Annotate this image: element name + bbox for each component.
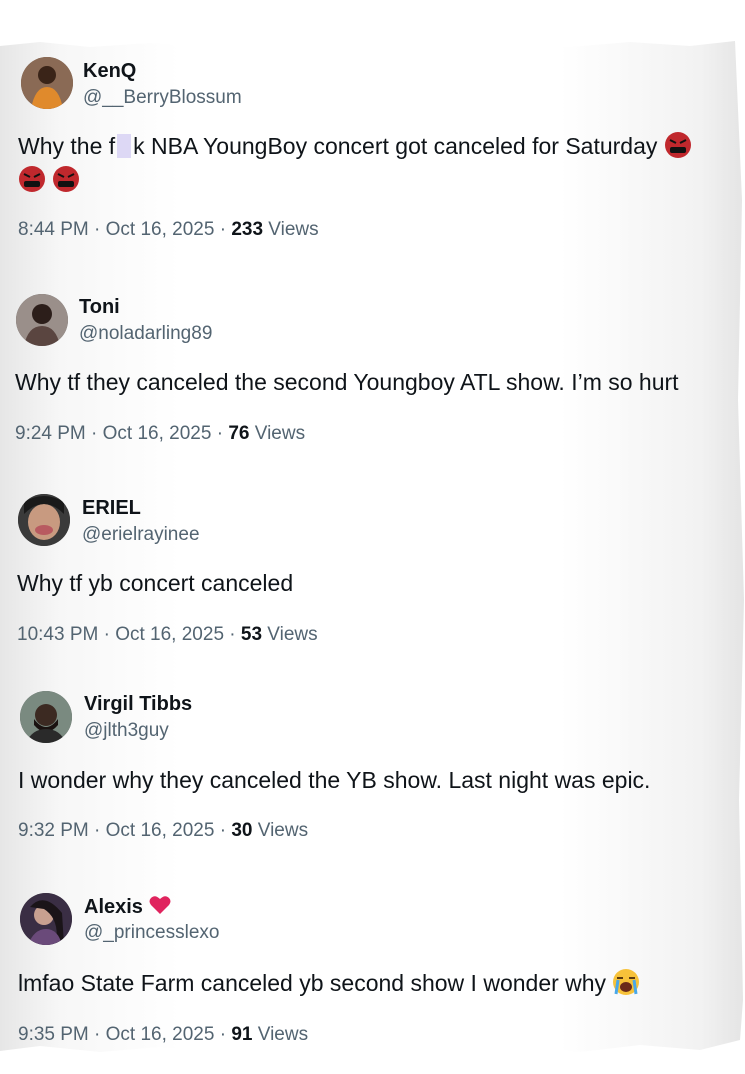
timestamp[interactable]: 9:24 PM · Oct 16, 2025 · xyxy=(15,423,228,444)
view-count: 76 xyxy=(228,423,250,444)
view-count: 30 xyxy=(231,820,253,841)
tweet-meta: 9:32 PM · Oct 16, 2025 · 30 Views xyxy=(18,820,308,842)
angry-cursing-face-icon xyxy=(664,132,691,158)
tweet-text: Why tf yb concert canceled xyxy=(17,570,294,596)
display-name[interactable]: Virgil Tibbs xyxy=(84,693,192,716)
views-label: Views xyxy=(252,1024,309,1045)
avatar[interactable] xyxy=(16,294,68,346)
red-heart-icon xyxy=(149,896,170,914)
tweet-text-part: Why the f xyxy=(18,133,116,159)
avatar[interactable] xyxy=(18,494,70,546)
user-handle[interactable]: @_princesslexo xyxy=(84,922,219,944)
tweet-meta: 8:44 PM · Oct 16, 2025 · 233 Views xyxy=(18,219,319,241)
tweet-text: Why the f k NBA YoungBoy concert got canc… xyxy=(18,129,692,163)
timestamp[interactable]: 9:32 PM · Oct 16, 2025 · xyxy=(18,820,231,841)
user-handle[interactable]: @jlth3guy xyxy=(84,720,169,742)
censor-block xyxy=(117,134,132,158)
views-label: Views xyxy=(263,219,319,240)
avatar[interactable] xyxy=(20,893,72,945)
views-label: Views xyxy=(262,624,318,645)
tweet-meta: 10:43 PM · Oct 16, 2025 · 53 Views xyxy=(17,624,318,646)
display-name[interactable]: Alexis xyxy=(84,895,171,919)
display-name-text: Alexis xyxy=(84,896,143,918)
tweet-text: lmfao State Farm canceled yb second show… xyxy=(18,966,640,1000)
angry-cursing-face-icon xyxy=(53,166,80,192)
views-label: Views xyxy=(249,423,306,444)
tweet-meta: 9:24 PM · Oct 16, 2025 · 76 Views xyxy=(15,423,305,445)
loudly-crying-face-icon xyxy=(613,969,640,995)
view-count: 53 xyxy=(240,624,263,645)
avatar[interactable] xyxy=(21,57,73,109)
tweet-card[interactable]: KenQ @__BerryBlossum Why the f k NBA Youn… xyxy=(0,0,730,270)
tweet-text: I wonder why they canceled the YB show. … xyxy=(18,767,651,793)
view-count: 91 xyxy=(231,1024,253,1045)
view-count: 233 xyxy=(231,219,264,240)
tweet-text-emoji-row xyxy=(18,163,80,197)
tweet-text-part: k NBA YoungBoy concert got canceled for … xyxy=(133,133,658,159)
user-handle[interactable]: @__BerryBlossum xyxy=(83,87,242,109)
display-name[interactable]: KenQ xyxy=(83,60,136,83)
tweet-text: Why tf they canceled the second Youngboy… xyxy=(15,369,679,395)
timestamp[interactable]: 10:43 PM · Oct 16, 2025 · xyxy=(17,624,241,645)
tweet-text-part: lmfao State Farm canceled yb second show… xyxy=(18,970,607,996)
display-name[interactable]: Toni xyxy=(79,296,120,319)
angry-cursing-face-icon xyxy=(19,166,45,192)
tweet-meta: 9:35 PM · Oct 16, 2025 · 91 Views xyxy=(18,1024,308,1046)
views-label: Views xyxy=(252,820,309,841)
user-handle[interactable]: @erielrayinee xyxy=(82,524,200,546)
avatar[interactable] xyxy=(20,691,72,743)
timestamp[interactable]: 8:44 PM · Oct 16, 2025 · xyxy=(18,219,231,240)
display-name[interactable]: ERIEL xyxy=(82,497,141,520)
timestamp[interactable]: 9:35 PM · Oct 16, 2025 · xyxy=(18,1024,231,1045)
user-handle[interactable]: @noladarling89 xyxy=(79,323,212,345)
